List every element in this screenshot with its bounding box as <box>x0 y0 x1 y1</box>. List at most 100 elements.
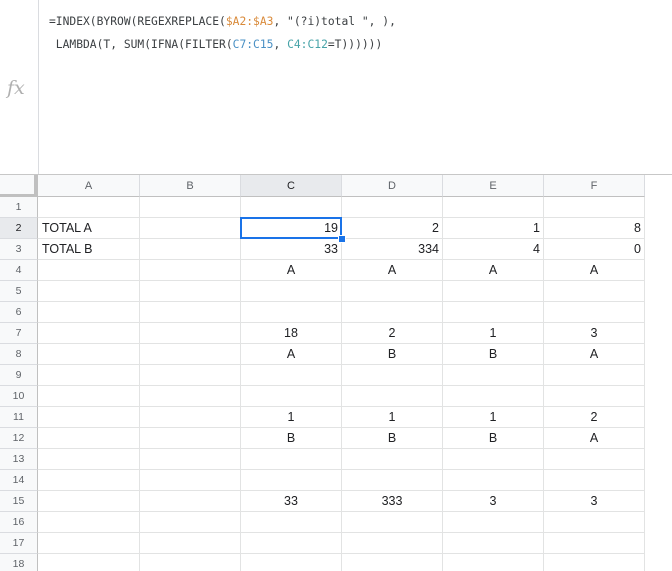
cell-a8[interactable] <box>38 344 140 365</box>
cell-f14[interactable] <box>544 470 645 491</box>
column-header-e[interactable]: E <box>443 175 544 197</box>
cell-b14[interactable] <box>140 470 241 491</box>
row-header-5[interactable]: 5 <box>0 281 38 302</box>
cell-d6[interactable] <box>342 302 443 323</box>
cell-c11[interactable]: 1 <box>241 407 342 428</box>
row-header-9[interactable]: 9 <box>0 365 38 386</box>
cell-a18[interactable] <box>38 554 140 571</box>
cell-c18[interactable] <box>241 554 342 571</box>
cell-b9[interactable] <box>140 365 241 386</box>
cell-f11[interactable]: 2 <box>544 407 645 428</box>
cell-f1[interactable] <box>544 197 645 218</box>
cell-c13[interactable] <box>241 449 342 470</box>
cell-e5[interactable] <box>443 281 544 302</box>
cell-b10[interactable] <box>140 386 241 407</box>
cell-d5[interactable] <box>342 281 443 302</box>
cell-b15[interactable] <box>140 491 241 512</box>
cell-d7[interactable]: 2 <box>342 323 443 344</box>
cell-b5[interactable] <box>140 281 241 302</box>
cell-c16[interactable] <box>241 512 342 533</box>
row-header-10[interactable]: 10 <box>0 386 38 407</box>
cell-a1[interactable] <box>38 197 140 218</box>
cell-d9[interactable] <box>342 365 443 386</box>
column-header-d[interactable]: D <box>342 175 443 197</box>
cell-c5[interactable] <box>241 281 342 302</box>
select-all-corner[interactable] <box>0 175 38 197</box>
cell-b11[interactable] <box>140 407 241 428</box>
cell-c7[interactable]: 18 <box>241 323 342 344</box>
cell-e1[interactable] <box>443 197 544 218</box>
row-header-2[interactable]: 2 <box>0 218 38 239</box>
cell-c1[interactable] <box>241 197 342 218</box>
cell-e7[interactable]: 1 <box>443 323 544 344</box>
cell-d8[interactable]: B <box>342 344 443 365</box>
cell-a13[interactable] <box>38 449 140 470</box>
cell-e11[interactable]: 1 <box>443 407 544 428</box>
cell-e2[interactable]: 1 <box>443 218 544 239</box>
cell-f16[interactable] <box>544 512 645 533</box>
cell-c9[interactable] <box>241 365 342 386</box>
cell-d1[interactable] <box>342 197 443 218</box>
row-header-18[interactable]: 18 <box>0 554 38 571</box>
fill-handle[interactable] <box>338 235 346 243</box>
cell-e6[interactable] <box>443 302 544 323</box>
cell-f17[interactable] <box>544 533 645 554</box>
cell-c6[interactable] <box>241 302 342 323</box>
cell-d16[interactable] <box>342 512 443 533</box>
row-header-8[interactable]: 8 <box>0 344 38 365</box>
cell-c17[interactable] <box>241 533 342 554</box>
row-header-3[interactable]: 3 <box>0 239 38 260</box>
cell-f4[interactable]: A <box>544 260 645 281</box>
cell-c12[interactable]: B <box>241 428 342 449</box>
cell-d3[interactable]: 334 <box>342 239 443 260</box>
cell-c3[interactable]: 33 <box>241 239 342 260</box>
cell-c8[interactable]: A <box>241 344 342 365</box>
row-header-14[interactable]: 14 <box>0 470 38 491</box>
cell-a9[interactable] <box>38 365 140 386</box>
row-header-11[interactable]: 11 <box>0 407 38 428</box>
cell-d2[interactable]: 2 <box>342 218 443 239</box>
cell-a4[interactable] <box>38 260 140 281</box>
cell-a16[interactable] <box>38 512 140 533</box>
cell-f13[interactable] <box>544 449 645 470</box>
cell-a17[interactable] <box>38 533 140 554</box>
cell-d11[interactable]: 1 <box>342 407 443 428</box>
cell-f8[interactable]: A <box>544 344 645 365</box>
cell-d14[interactable] <box>342 470 443 491</box>
cell-b3[interactable] <box>140 239 241 260</box>
cell-e17[interactable] <box>443 533 544 554</box>
cell-b16[interactable] <box>140 512 241 533</box>
column-header-b[interactable]: B <box>140 175 241 197</box>
spreadsheet-grid[interactable]: A B C D E F 1 2 TOTAL A 19 2 1 8 3 TOTAL B 33 334 4 0 4 A A A A… <box>0 175 672 571</box>
cell-c2[interactable]: 19 <box>241 218 342 239</box>
cell-d12[interactable]: B <box>342 428 443 449</box>
cell-a7[interactable] <box>38 323 140 344</box>
row-header-15[interactable]: 15 <box>0 491 38 512</box>
cell-a14[interactable] <box>38 470 140 491</box>
cell-b8[interactable] <box>140 344 241 365</box>
cell-f6[interactable] <box>544 302 645 323</box>
cell-f3[interactable]: 0 <box>544 239 645 260</box>
cell-f12[interactable]: A <box>544 428 645 449</box>
column-header-f[interactable]: F <box>544 175 645 197</box>
formula-input[interactable]: =INDEX(BYROW(REGEXREPLACE($A2:$A3, "(?i)… <box>49 10 396 56</box>
cell-a5[interactable] <box>38 281 140 302</box>
cell-c14[interactable] <box>241 470 342 491</box>
cell-a11[interactable] <box>38 407 140 428</box>
cell-b6[interactable] <box>140 302 241 323</box>
row-header-13[interactable]: 13 <box>0 449 38 470</box>
cell-b17[interactable] <box>140 533 241 554</box>
cell-e4[interactable]: A <box>443 260 544 281</box>
cell-e10[interactable] <box>443 386 544 407</box>
row-header-4[interactable]: 4 <box>0 260 38 281</box>
cell-b1[interactable] <box>140 197 241 218</box>
cell-e16[interactable] <box>443 512 544 533</box>
cell-e15[interactable]: 3 <box>443 491 544 512</box>
cell-b7[interactable] <box>140 323 241 344</box>
row-header-16[interactable]: 16 <box>0 512 38 533</box>
cell-f2[interactable]: 8 <box>544 218 645 239</box>
cell-e8[interactable]: B <box>443 344 544 365</box>
column-header-a[interactable]: A <box>38 175 140 197</box>
cell-f9[interactable] <box>544 365 645 386</box>
cell-e14[interactable] <box>443 470 544 491</box>
